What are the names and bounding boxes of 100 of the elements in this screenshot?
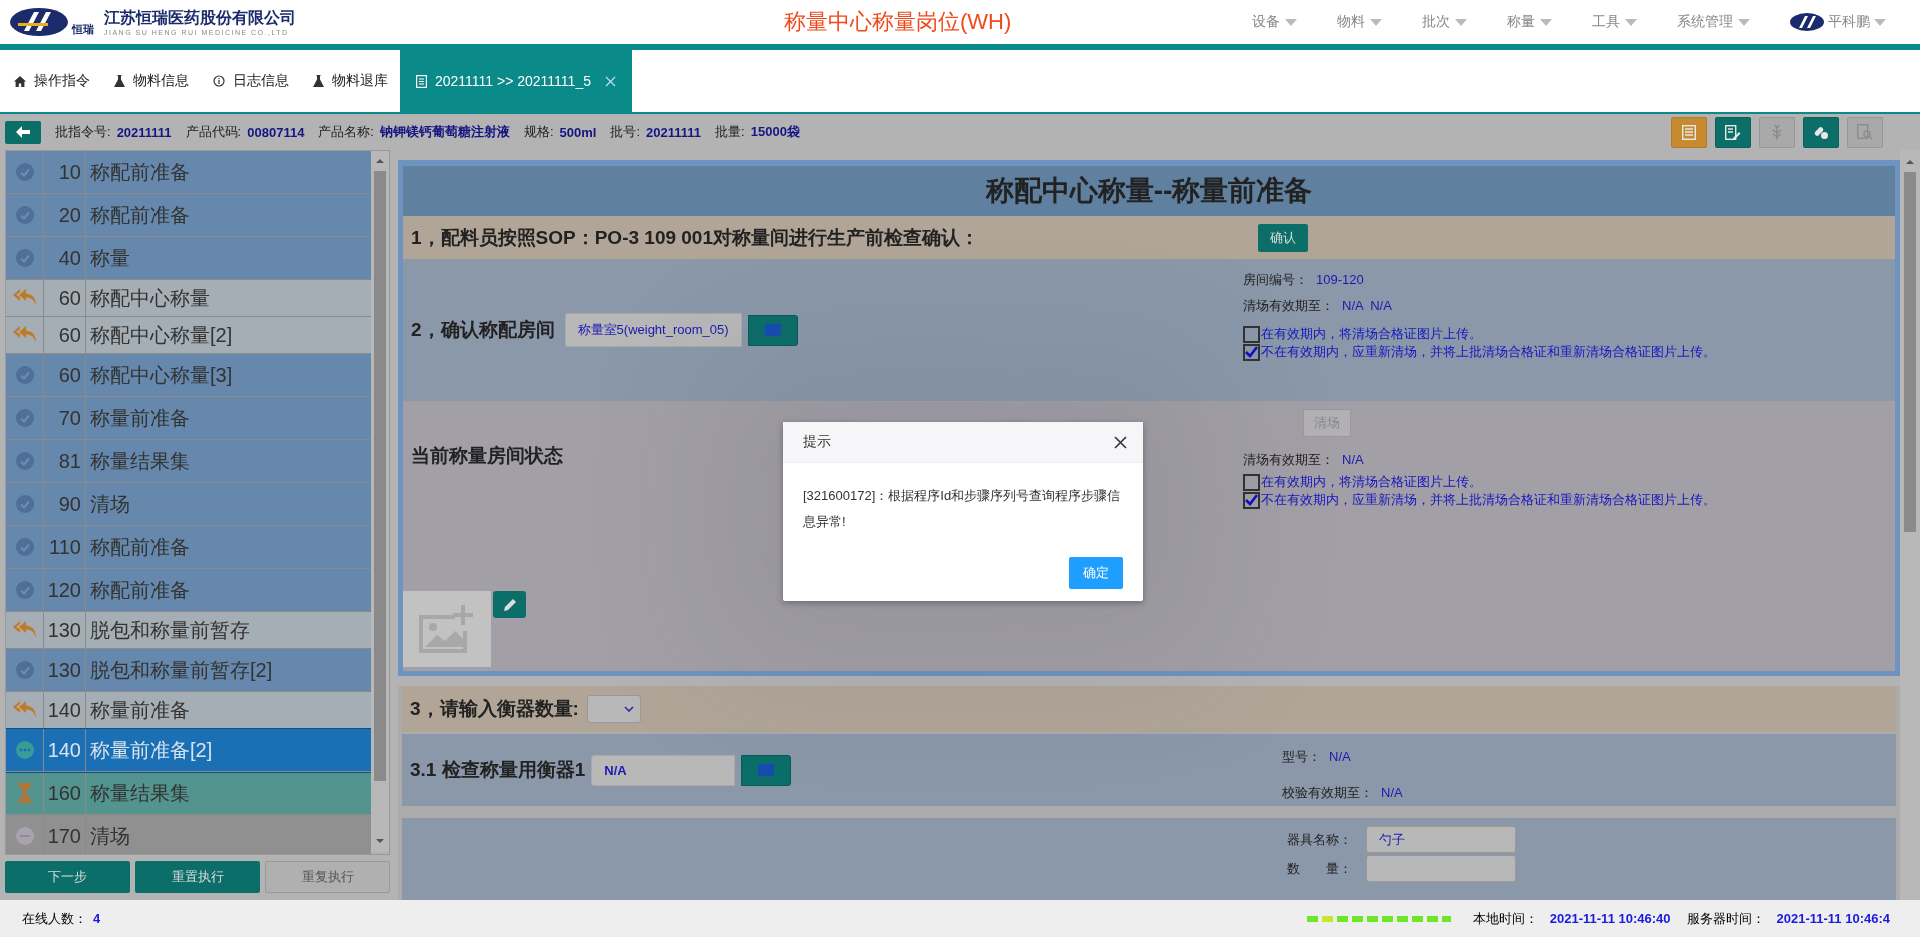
step-name: 称量 bbox=[89, 245, 131, 271]
field-value: 15000袋 bbox=[750, 123, 800, 141]
close-icon[interactable] bbox=[604, 75, 616, 87]
caret-icon bbox=[1874, 18, 1886, 26]
back-button[interactable] bbox=[5, 120, 41, 144]
input-field[interactable] bbox=[1366, 855, 1516, 882]
scale-field[interactable]: N/A bbox=[591, 754, 736, 786]
caret-icon bbox=[1285, 18, 1297, 26]
signal-meter-icon bbox=[1306, 915, 1451, 922]
reply-all-icon bbox=[12, 620, 37, 640]
step-label: 3，请输入衡器数量: bbox=[409, 697, 579, 721]
toolbar-button[interactable] bbox=[1715, 116, 1751, 148]
field-value: 500ml bbox=[559, 124, 597, 140]
checkbox[interactable] bbox=[1243, 491, 1260, 509]
check-circle-icon bbox=[15, 409, 34, 427]
step-row[interactable]: 140 称量前准备[2] bbox=[6, 729, 371, 772]
step-number: 81 bbox=[44, 440, 86, 482]
tab[interactable]: 20211111 >> 20211111_5 bbox=[400, 50, 632, 112]
step-row[interactable]: 60 称配中心称量 bbox=[6, 280, 371, 317]
step-row[interactable]: 70 称量前准备 bbox=[6, 397, 371, 440]
step-row[interactable]: 40 称量 bbox=[6, 237, 371, 280]
form-title: 称配中心称量--称量前准备 bbox=[985, 174, 1313, 208]
barcode-icon bbox=[764, 324, 781, 336]
step-number: 160 bbox=[44, 772, 86, 814]
step-number: 170 bbox=[44, 815, 86, 854]
step-row[interactable]: 81 称量结果集 bbox=[6, 440, 371, 483]
dialog-message: [321600172]：根据程序Id和步骤序列号查询程序步骤信息异常! bbox=[802, 487, 1122, 531]
menu-item[interactable]: 批次 bbox=[1422, 13, 1467, 31]
step-row[interactable]: 10 称配前准备 bbox=[6, 151, 371, 194]
step-row[interactable]: 140 称量前准备 bbox=[6, 692, 371, 729]
menu-item[interactable]: 设备 bbox=[1252, 13, 1297, 31]
confirm-button[interactable]: 确认 bbox=[1258, 223, 1308, 252]
checkbox[interactable] bbox=[1243, 473, 1260, 491]
step-action-button[interactable]: 下一步 bbox=[5, 861, 130, 893]
step-row[interactable]: 170 清场 bbox=[6, 815, 371, 854]
toolbar-button[interactable] bbox=[1803, 116, 1839, 148]
step-row[interactable]: 60 称配中心称量[3] bbox=[6, 354, 371, 397]
step-number: 60 bbox=[44, 354, 86, 396]
scan-button[interactable] bbox=[747, 314, 798, 346]
field-label: 批量: bbox=[715, 123, 745, 141]
caret-icon bbox=[1455, 18, 1467, 26]
logo-text: 恒瑞 bbox=[72, 21, 94, 37]
check-circle-icon bbox=[15, 452, 34, 470]
caret-icon bbox=[1540, 18, 1552, 26]
field-value: 00807114 bbox=[247, 124, 305, 140]
detail-text: 型号： N/A bbox=[1282, 748, 1352, 766]
toolbar-button[interactable] bbox=[1671, 116, 1707, 148]
step-action-button[interactable]: 重置执行 bbox=[135, 861, 260, 893]
barcode-icon bbox=[758, 764, 775, 776]
checkbox[interactable] bbox=[1243, 343, 1260, 361]
step-row[interactable]: 130 脱包和称量前暂存 bbox=[6, 612, 371, 649]
close-button[interactable] bbox=[1114, 435, 1127, 449]
step-number: 60 bbox=[44, 317, 86, 353]
step-name: 称量结果集 bbox=[89, 780, 191, 806]
step-number: 70 bbox=[44, 397, 86, 439]
server-time: 2021-11-11 10:46:4 bbox=[1776, 911, 1890, 926]
home-icon bbox=[14, 75, 26, 87]
step-row[interactable]: 120 称配前准备 bbox=[6, 569, 371, 612]
step-label: 2，确认称配房间 bbox=[410, 318, 555, 342]
step-number: 40 bbox=[44, 237, 86, 279]
ok-button[interactable]: 确定 bbox=[1069, 557, 1123, 589]
step-row[interactable]: 60 称配中心称量[2] bbox=[6, 317, 371, 354]
check-circle-icon bbox=[15, 366, 34, 384]
dialog-title: 提示 bbox=[803, 433, 831, 451]
step-row[interactable]: 20 称配前准备 bbox=[6, 194, 371, 237]
reply-all-icon bbox=[12, 700, 37, 720]
step-row[interactable]: 130 脱包和称量前暂存[2] bbox=[6, 649, 371, 692]
step-name: 脱包和称量前暂存[2] bbox=[89, 657, 274, 683]
step-number: 130 bbox=[44, 612, 86, 648]
hourglass-icon bbox=[17, 783, 32, 803]
step-label: 1，配料员按照SOP：PO-3 109 001对称量间进行生产前检查确认： bbox=[410, 225, 980, 250]
local-time-label: 本地时间： bbox=[1472, 909, 1538, 928]
room-field[interactable]: 称量室5(weight_room_05) bbox=[564, 313, 742, 347]
check-circle-icon bbox=[15, 206, 34, 224]
menu-item[interactable]: 物料 bbox=[1337, 13, 1382, 31]
menu-item[interactable]: 称量 bbox=[1507, 13, 1552, 31]
step-name: 脱包和称量前暂存 bbox=[89, 617, 251, 643]
step-row[interactable]: 160 称量结果集 bbox=[6, 772, 371, 815]
pencil-icon bbox=[502, 597, 517, 612]
menu-item[interactable]: 系统管理 bbox=[1677, 13, 1750, 31]
input-field[interactable]: 勺子 bbox=[1366, 826, 1516, 853]
chevron-down-icon bbox=[623, 706, 634, 712]
menu-item[interactable]: 工具 bbox=[1592, 13, 1637, 31]
checkbox[interactable] bbox=[1243, 325, 1260, 343]
step-number: 140 bbox=[44, 729, 86, 771]
document-search-icon bbox=[1857, 124, 1873, 140]
step-name: 称量结果集 bbox=[89, 448, 191, 474]
edit-button[interactable] bbox=[493, 591, 526, 618]
arrow-left-icon bbox=[16, 126, 30, 138]
flask-icon bbox=[313, 75, 324, 87]
caret-icon bbox=[1370, 18, 1382, 26]
user-name[interactable]: 平科鹏 bbox=[1828, 13, 1870, 31]
step-row[interactable]: 90 清场 bbox=[6, 483, 371, 526]
pills-icon bbox=[1813, 124, 1829, 140]
check-circle-icon bbox=[15, 581, 34, 599]
step-row[interactable]: 110 称配前准备 bbox=[6, 526, 371, 569]
step-number: 90 bbox=[44, 483, 86, 525]
scan-button[interactable] bbox=[741, 754, 792, 786]
avatar-logo-icon bbox=[1790, 13, 1824, 31]
online-count: 4 bbox=[93, 911, 101, 926]
